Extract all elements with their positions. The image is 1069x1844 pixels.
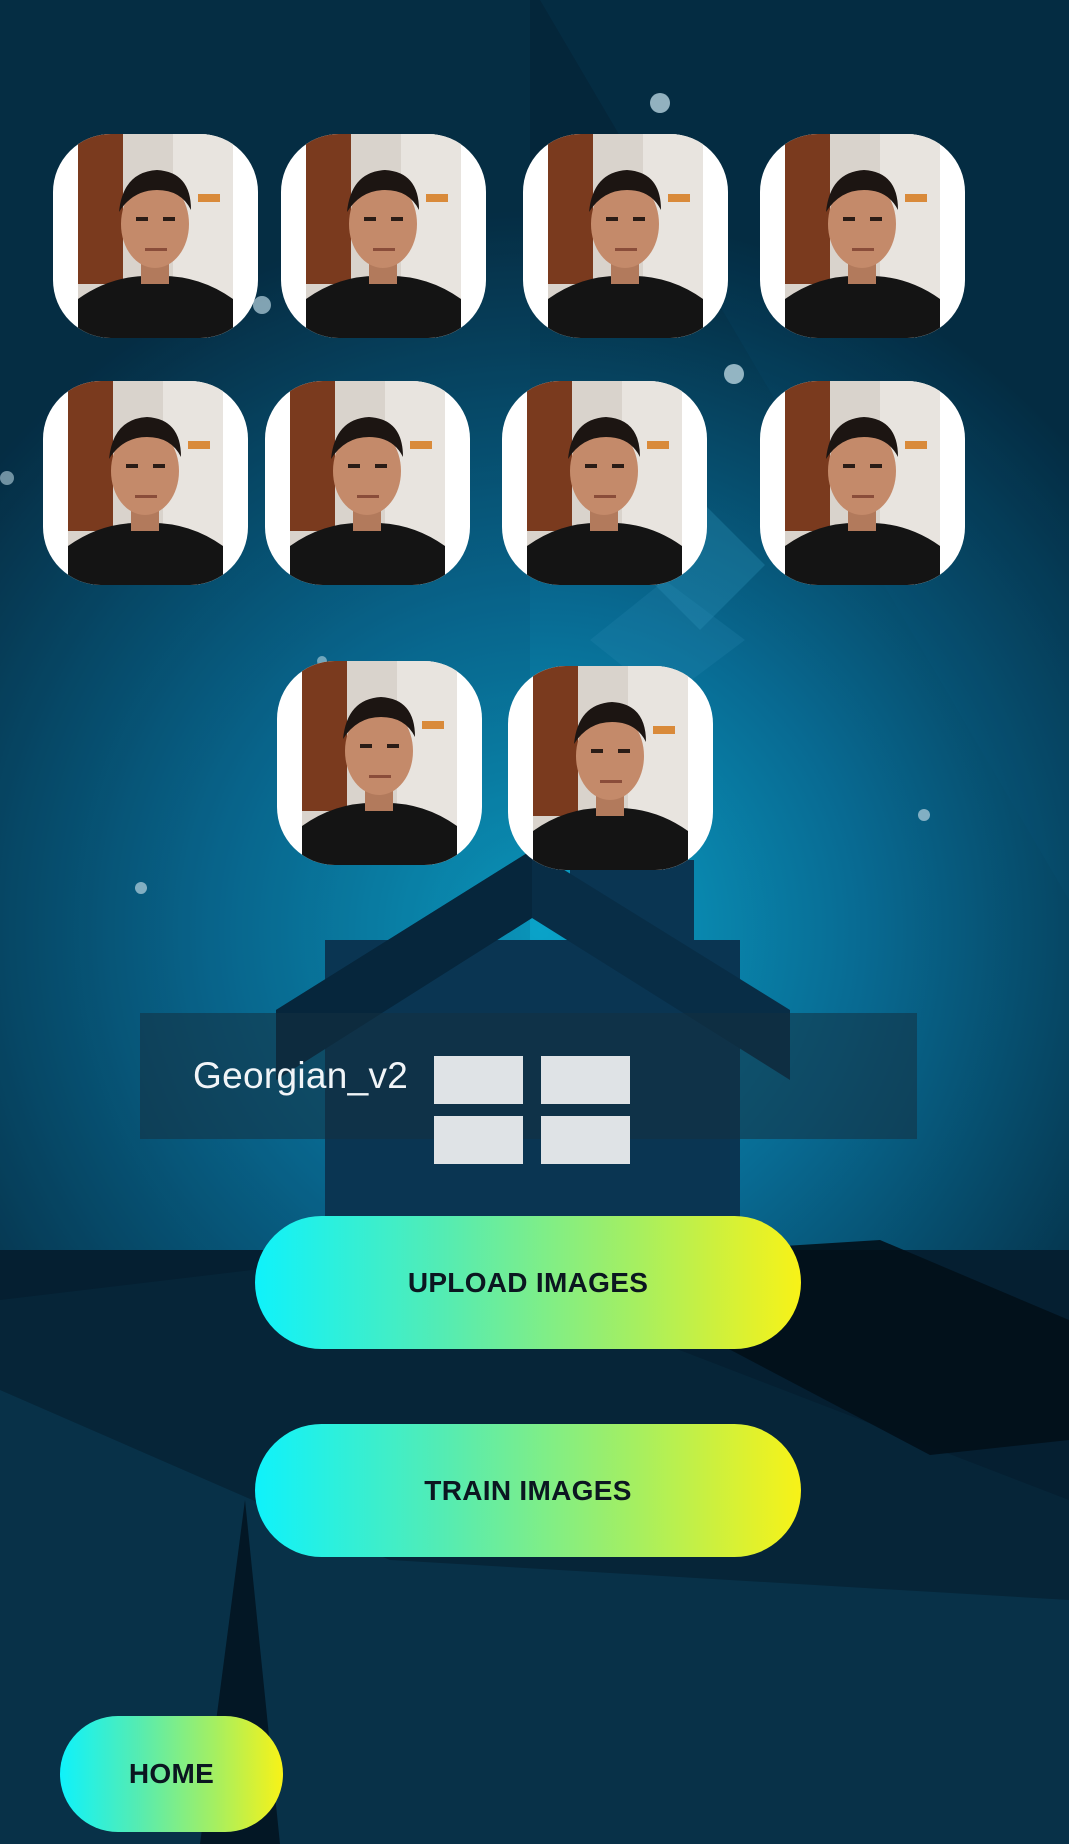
train-images-button[interactable]: TRAIN IMAGES	[255, 1424, 801, 1557]
face-photo-icon	[290, 381, 445, 585]
training-image-thumbnail[interactable]	[502, 381, 707, 585]
training-image-thumbnail[interactable]	[265, 381, 470, 585]
training-image-thumbnail[interactable]	[53, 134, 258, 338]
training-image-thumbnail[interactable]	[277, 661, 482, 865]
face-training-screen: Georgian_v2 UPLOAD IMAGES TRAIN IMAGES H…	[0, 0, 1069, 1844]
face-photo-icon	[533, 666, 688, 870]
upload-images-button[interactable]: UPLOAD IMAGES	[255, 1216, 801, 1349]
face-photo-icon	[785, 134, 940, 338]
face-photo-icon	[785, 381, 940, 585]
face-photo-icon	[68, 381, 223, 585]
training-image-thumbnail[interactable]	[43, 381, 248, 585]
home-button[interactable]: HOME	[60, 1716, 283, 1832]
training-image-thumbnail[interactable]	[760, 134, 965, 338]
window-grid-icon	[434, 1056, 631, 1164]
training-image-thumbnail[interactable]	[508, 666, 713, 870]
face-photo-icon	[302, 661, 457, 865]
face-photo-icon	[527, 381, 682, 585]
training-image-thumbnail[interactable]	[760, 381, 965, 585]
face-photo-icon	[78, 134, 233, 338]
training-image-thumbnail[interactable]	[281, 134, 486, 338]
training-image-thumbnail[interactable]	[523, 134, 728, 338]
face-photo-icon	[306, 134, 461, 338]
face-photo-icon	[548, 134, 703, 338]
profile-name: Georgian_v2	[193, 1055, 409, 1096]
